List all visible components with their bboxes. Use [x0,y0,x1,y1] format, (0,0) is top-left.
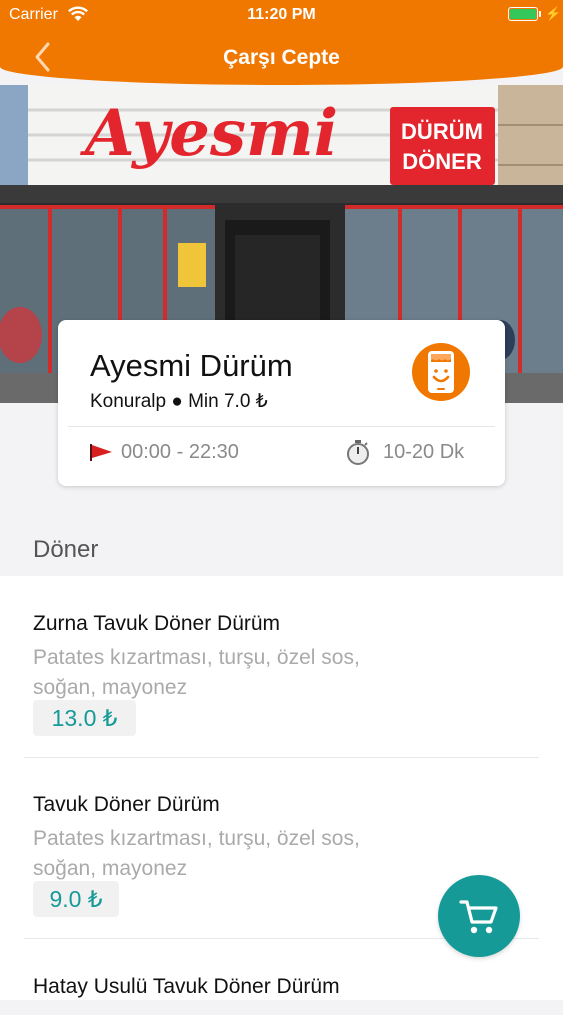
card-divider [68,426,495,427]
status-bar: Carrier 11:20 PM ⚡ [0,0,563,30]
stopwatch-icon [346,439,370,465]
menu-item-name: Hatay Usulü Tavuk Döner Dürüm [33,975,340,998]
nav-bar: Çarşı Cepte [0,30,563,85]
charging-icon: ⚡ [545,6,562,21]
menu-item-name: Zurna Tavuk Döner Dürüm [33,612,281,635]
menu-item-price: 9.0 ₺ [33,881,119,917]
opening-hours: 00:00 - 22:30 [121,441,239,463]
page-title: Çarşı Cepte [223,46,340,69]
menu-item[interactable]: Hatay Usulü Tavuk Döner Dürüm [0,975,563,1015]
menu-section-title: Döner [33,536,99,563]
battery-icon [508,7,538,21]
shopping-cart-icon [459,900,498,934]
phone-shop-logo-icon [409,340,473,404]
flag-icon [89,442,113,462]
delivery-time: 10-20 Dk [383,441,465,463]
clock: 11:20 PM [247,6,316,23]
restaurant-location-min-order: Konuralp ● Min 7.0 ₺ [90,391,268,412]
menu-item-name: Tavuk Döner Dürüm [33,793,220,816]
sign-logo-text: Ayesmi [80,96,338,171]
sign-badge-line2: DÖNER [402,149,482,174]
menu-item-description: Patates kızartması, turşu, özel sos, soğa… [33,827,360,880]
menu-item-description: Patates kızartması, turşu, özel sos, soğa… [33,646,360,699]
cart-button[interactable] [438,875,520,957]
battery-tip [539,11,541,17]
menu-item-price: 13.0 ₺ [33,700,136,736]
restaurant-info-card: Ayesmi Dürüm Konuralp ● Min 7.0 ₺ 00:00 … [58,320,505,486]
restaurant-name: Ayesmi Dürüm [90,348,293,383]
list-divider [24,757,539,758]
sign-badge-line1: DÜRÜM [401,119,483,144]
menu-item[interactable]: Zurna Tavuk Döner Dürüm Patates kızartma… [0,612,563,758]
